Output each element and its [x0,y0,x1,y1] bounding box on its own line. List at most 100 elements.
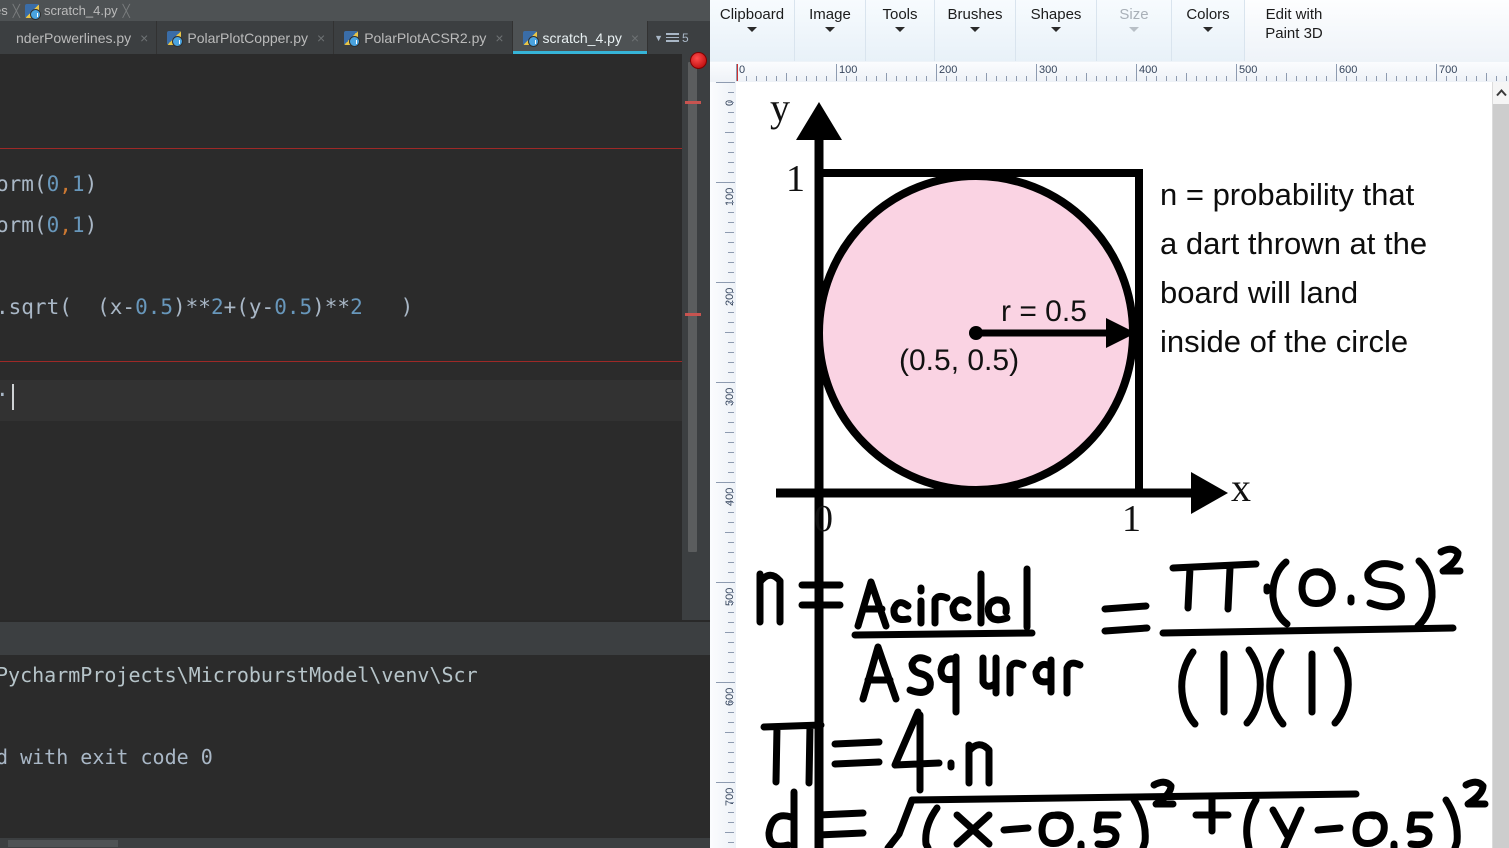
error-indicator-icon[interactable] [690,52,707,69]
ribbon-group-edit-with[interactable]: Edit with Paint 3D [1245,0,1344,61]
ruler-minor-tick [1446,76,1447,81]
ruler-major-tick [936,64,937,81]
code-token: ( [33,213,47,237]
ruler-minor-tick [728,442,734,443]
error-marker[interactable] [685,313,701,316]
close-icon[interactable]: × [495,30,503,46]
ruler-minor-tick [728,172,734,173]
ribbon-group-image[interactable]: Image [795,0,866,61]
tab-overflow-button[interactable]: ▼ 5 [648,21,695,54]
ruler-minor-tick [728,542,734,543]
handwritten-formula-2 [760,708,993,794]
ruler-label: 500 [724,587,736,606]
ribbon-group-brushes[interactable]: Brushes [935,0,1016,61]
breadcrumb-separator-icon-2: ╳ [122,3,130,18]
close-icon[interactable]: × [631,30,639,46]
ruler-minor-tick [728,312,734,313]
ruler-label: 200 [939,64,958,76]
chevron-down-icon[interactable] [895,27,905,32]
ruler-minor-tick [728,392,734,393]
editor-tab-1[interactable]: PolarPlotCopper.py × [157,21,335,54]
ruler-minor-tick [1176,76,1177,81]
ribbon-group-label: Size [1119,6,1149,23]
handwritten-formula-3 [765,778,1489,848]
scroll-up-button[interactable] [1493,82,1509,104]
canvas-area[interactable]: y x 1 0 1 r = 0.5 (0.5, 0.5) n = probabi… [736,82,1493,848]
ruler-major-tick [716,482,735,483]
code-token: )** [312,295,351,319]
ruler-minor-tick [728,792,734,793]
statusbar-chip[interactable] [8,840,118,847]
ruler-minor-tick [1226,76,1227,81]
ruler-minor-tick [728,92,734,93]
breadcrumb: es ╳ scratch_4.py ╳ [0,0,710,21]
error-marker[interactable] [685,101,701,104]
chevron-down-icon[interactable] [1203,27,1213,32]
note-line-2: board will land [1160,275,1359,310]
ruler-minor-tick [728,272,734,273]
chevron-down-icon[interactable] [747,27,757,32]
ruler-minor-tick [728,492,734,493]
y-tick-1-label: 1 [786,158,805,200]
ruler-minor-tick [1476,76,1477,81]
y-axis-label: y [770,85,790,130]
ruler-minor-tick [846,76,847,81]
run-console[interactable]: PycharmProjects\MicroburstModel\venv\Scr… [0,655,710,838]
ruler-minor-tick [728,522,734,523]
ribbon-group-clipboard[interactable]: Clipboard [710,0,795,61]
ruler-minor-tick [728,262,734,263]
ruler-minor-tick [1286,73,1287,81]
ribbon-group-label: Clipboard [719,6,785,23]
ruler-label: 100 [724,187,736,206]
paint-canvas[interactable]: y x 1 0 1 r = 0.5 (0.5, 0.5) n = probabi… [736,82,1493,848]
editor-scrollbar[interactable] [688,62,697,552]
editor-tabbar: nderPowerlines.py × PolarPlotCopper.py ×… [0,21,710,54]
ruler-minor-tick [1466,76,1467,81]
ribbon-group-colors[interactable]: Colors [1172,0,1245,61]
ruler-minor-tick [986,73,987,81]
editor-tab-2[interactable]: PolarPlotACSR2.py × [334,21,513,54]
ruler-label: 600 [724,687,736,706]
ruler-minor-tick [728,562,734,563]
editor-tab-label: nderPowerlines.py [16,29,132,46]
breadcrumb-prefix[interactable]: es [0,3,8,18]
editor-tab-3[interactable]: scratch_4.py × [512,21,649,54]
probability-note: n = probability that a dart thrown at th… [1160,170,1427,366]
ruler-minor-tick [906,76,907,81]
ruler-minor-tick [728,402,734,403]
ruler-minor-tick [1506,76,1507,81]
canvas-vertical-scrollbar[interactable] [1492,82,1509,848]
editor-tab-0[interactable]: nderPowerlines.py × [0,21,158,54]
code-token: ) [84,213,98,237]
ruler-minor-tick [725,732,734,733]
ribbon-group-shapes[interactable]: Shapes [1016,0,1097,61]
ruler-minor-tick [728,162,734,163]
ruler-minor-tick [1186,73,1187,81]
chevron-down-icon[interactable] [1051,27,1061,32]
code-token: +(y- [223,295,275,319]
note-line-3: inside of the circle [1160,324,1409,359]
ruler-minor-tick [728,552,734,553]
code-token: 2 [210,295,224,319]
ribbon-group-tools[interactable]: Tools [866,0,935,61]
scrollbar-thumb[interactable] [1493,104,1509,848]
close-icon[interactable]: × [317,30,325,46]
python-file-icon [344,30,361,47]
ruler-minor-tick [856,76,857,81]
ribbon-group-label: Image [809,6,851,23]
ruler-label: 100 [839,64,858,76]
ruler-minor-tick [1276,76,1277,81]
screen: es ╳ scratch_4.py ╳ nderPowerlines.py × … [0,0,1509,848]
breadcrumb-file[interactable]: scratch_4.py [24,3,118,20]
ruler-minor-tick [1076,76,1077,81]
ruler-label: 300 [1039,64,1058,76]
code-editor[interactable]: orm(0,1) orm(0,1) .sqrt( (x-0.5)**2+(y-0.5… [0,54,682,620]
ruler-minor-tick [728,622,734,623]
chevron-down-icon[interactable] [970,27,980,32]
close-icon[interactable]: × [140,30,148,46]
ruler-minor-tick [1086,73,1087,81]
ruler-minor-tick [728,412,734,413]
ruler-minor-tick [1216,76,1217,81]
ruler-minor-tick [728,472,734,473]
chevron-down-icon[interactable] [825,27,835,32]
